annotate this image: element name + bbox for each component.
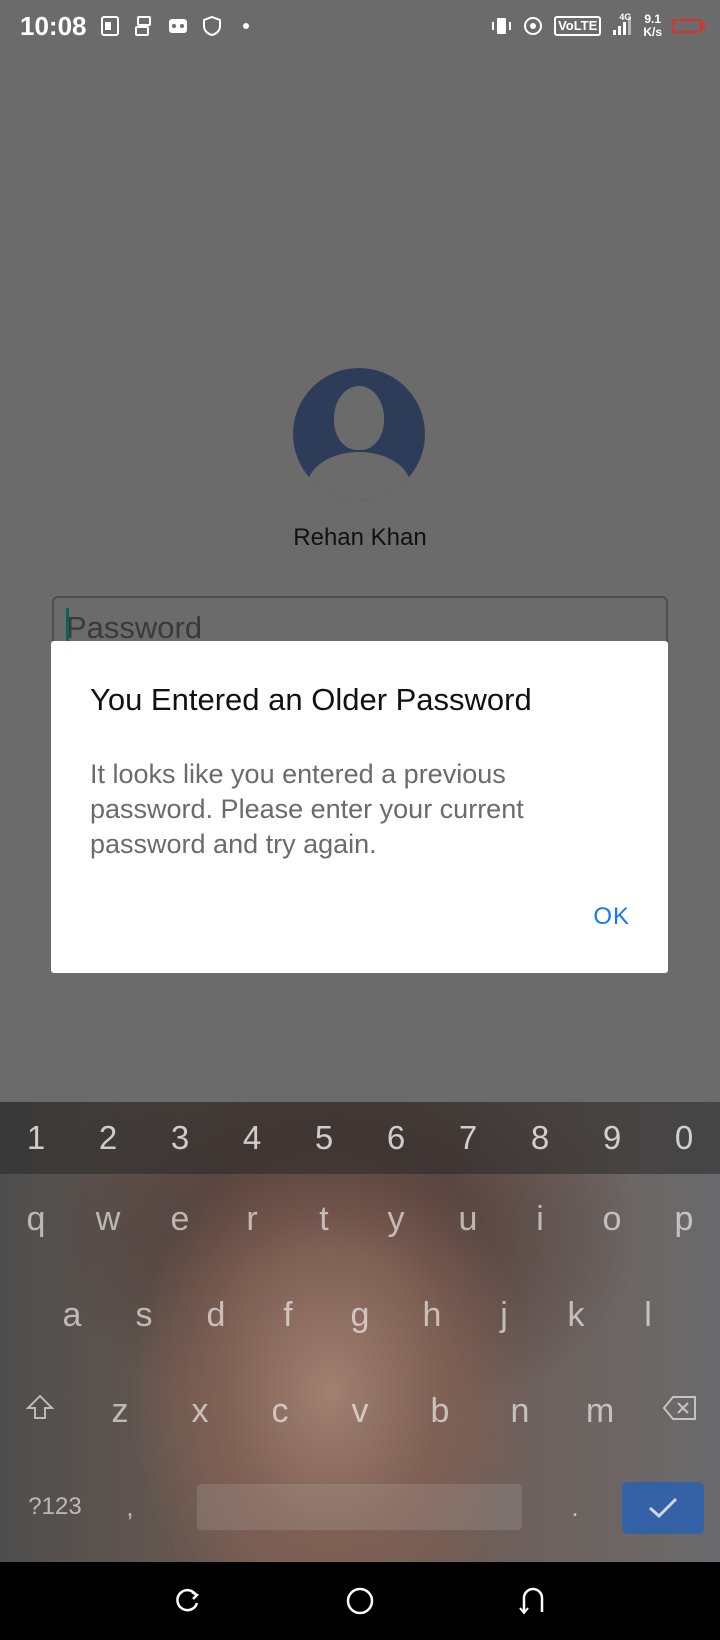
key-l[interactable]: l [618,1296,678,1335]
net-speed-value: 9.1 [644,12,661,26]
net-speed: 9.1 K/s [643,13,662,39]
key-5[interactable]: 5 [294,1119,354,1157]
key-1[interactable]: 1 [6,1119,66,1157]
status-right: VoLTE 4G 9.1 K/s [490,12,705,39]
key-x[interactable]: x [170,1392,230,1431]
dot-icon [235,15,257,37]
key-s[interactable]: s [114,1296,174,1335]
letter-row-2: a s d f g h j k l [0,1296,720,1335]
key-f[interactable]: f [258,1296,318,1335]
status-time: 10:08 [20,10,87,41]
key-k[interactable]: k [546,1296,606,1335]
key-6[interactable]: 6 [366,1119,426,1157]
key-m[interactable]: m [570,1392,630,1431]
gamepad-icon [167,15,189,37]
key-p[interactable]: p [654,1200,714,1239]
battery-icon [672,19,705,33]
enter-key[interactable] [622,1482,704,1534]
backspace-icon[interactable] [650,1392,710,1431]
dialog-message: It looks like you entered a previous pas… [90,759,524,859]
key-v[interactable]: v [330,1392,390,1431]
key-n[interactable]: n [490,1392,550,1431]
period-key[interactable]: . [555,1484,595,1530]
key-y[interactable]: y [366,1200,426,1239]
key-t[interactable]: t [294,1200,354,1239]
volte-icon: VoLTE [554,16,602,36]
signal-label: 4G [619,12,632,22]
number-row: 1 2 3 4 5 6 7 8 9 0 [0,1102,720,1174]
key-3[interactable]: 3 [150,1119,210,1157]
shield-icon [201,15,223,37]
key-d[interactable]: d [186,1296,246,1335]
vibrate-icon [490,15,512,37]
key-0[interactable]: 0 [654,1119,714,1157]
key-4[interactable]: 4 [222,1119,282,1157]
key-i[interactable]: i [510,1200,570,1239]
back-icon[interactable] [513,1581,553,1621]
recent-apps-icon[interactable] [167,1581,207,1621]
user-name: Rehan Khan [293,524,427,551]
key-w[interactable]: w [78,1200,138,1239]
pdf-icon [99,15,121,37]
key-r[interactable]: r [222,1200,282,1239]
home-icon[interactable] [340,1581,380,1621]
symbols-key[interactable]: ?123 [0,1484,110,1530]
navigation-bar [0,1562,720,1640]
older-password-dialog: You Entered an Older Password It looks l… [51,641,668,973]
key-b[interactable]: b [410,1392,470,1431]
key-h[interactable]: h [402,1296,462,1335]
letter-row-1: q w e r t y u i o p [0,1200,720,1239]
status-bar: 10:08 VoLTE 4G 9.1 K/s [0,0,720,52]
letter-row-3: z x c v b n m [0,1392,720,1431]
ok-button[interactable]: OK [593,903,630,931]
keyboard: 1 2 3 4 5 6 7 8 9 0 q w e r t y u i o p … [0,1102,720,1562]
key-a[interactable]: a [42,1296,102,1335]
user-avatar [293,368,425,500]
signal-icon: 4G [611,12,633,37]
key-c[interactable]: c [250,1392,310,1431]
status-left: 10:08 [20,11,257,42]
shift-icon[interactable] [10,1392,70,1431]
spacebar[interactable] [197,1484,522,1530]
key-9[interactable]: 9 [582,1119,642,1157]
comma-key[interactable]: , [110,1484,150,1530]
key-u[interactable]: u [438,1200,498,1239]
dialog-title: You Entered an Older Password [90,682,532,717]
net-speed-unit: K/s [643,25,662,39]
key-g[interactable]: g [330,1296,390,1335]
checkmark-icon [649,1497,678,1519]
key-2[interactable]: 2 [78,1119,138,1157]
hotspot-icon [522,15,544,37]
key-e[interactable]: e [150,1200,210,1239]
password-placeholder: Password [66,610,203,645]
key-7[interactable]: 7 [438,1119,498,1157]
key-j[interactable]: j [474,1296,534,1335]
sync-icon [133,15,155,37]
key-z[interactable]: z [90,1392,150,1431]
key-q[interactable]: q [6,1200,66,1239]
key-o[interactable]: o [582,1200,642,1239]
key-8[interactable]: 8 [510,1119,570,1157]
